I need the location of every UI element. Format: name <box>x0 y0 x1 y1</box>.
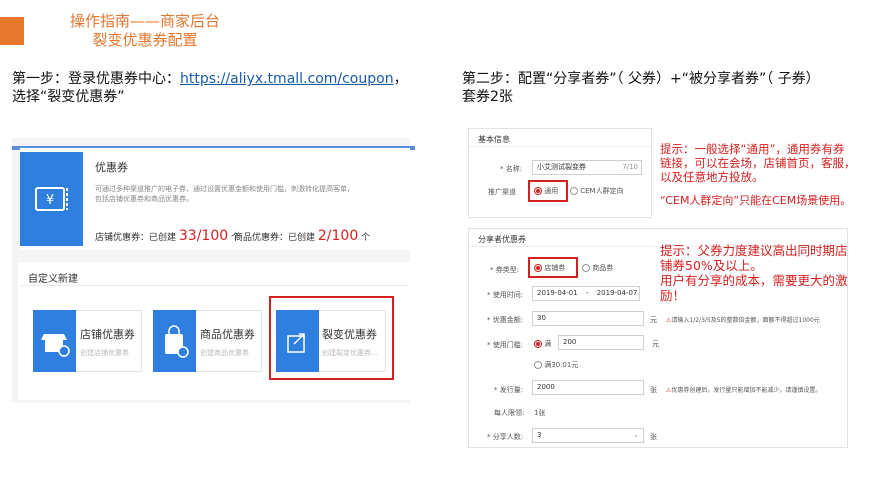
threshold-alt-label: 满30.01元 <box>544 361 579 369</box>
chevron-down-icon: ⌄ <box>633 431 639 439</box>
coupon-center-link[interactable]: https://aliyx.tmall.com/coupon <box>180 71 394 87</box>
item-created-label: 商品优惠券：已创建 <box>234 233 316 243</box>
tip-channel: 提示：一般选择“通用”，通用券有券 链接，可以在会场，店铺首页，客服， 以及任意… <box>660 142 885 208</box>
coupon-title: 优惠券 <box>95 161 128 174</box>
tip2-line2: 铺券50%及以上。 <box>660 258 763 273</box>
amount-unit: 元 <box>650 316 657 324</box>
threshold-input[interactable]: 200 <box>558 335 644 350</box>
coupon-big-icon: ¥ <box>20 152 83 246</box>
svg-text:¥: ¥ <box>46 193 54 208</box>
tip1-line1: 提示：一般选择“通用”，通用券有券 <box>660 142 845 156</box>
page-title: 操作指南——商家后台 裂变优惠券配置 <box>40 12 250 50</box>
name-input[interactable]: 小艾测试裂变券 7/10 <box>532 160 642 175</box>
custom-create-title: 自定义新建 <box>28 274 78 285</box>
time-end: 2019-04-07 <box>596 289 638 297</box>
shop-coupon-tile-title: 店铺优惠券 <box>80 328 135 341</box>
name-value: 小艾测试裂变券 <box>537 163 586 171</box>
threshold-unit: 元 <box>652 340 659 348</box>
limit-label: 每人限领: <box>494 409 525 417</box>
issue-unit: 张 <box>650 386 657 394</box>
time-start: 2019-04-01 <box>537 289 578 297</box>
type-shop-label: 店铺券 <box>544 264 566 272</box>
coupon-description: 可通过多种渠道推广的电子券，通过设置优惠金额和使用门槛，刺激转化提高客单，包括店… <box>95 185 354 203</box>
issue-note: ⚠优惠券创建后，发行量只能增加不能减少，请谨慎设置。 <box>666 385 821 394</box>
fission-coupon-tile-desc: 创建裂变优惠券... <box>322 349 378 357</box>
item-coupon-created: 商品优惠券：已创建 2/100 个 <box>234 228 370 244</box>
ticket-yen-icon: ¥ <box>35 187 68 211</box>
share-unit: 张 <box>650 433 657 441</box>
step1-prefix: 第一步：登录优惠券中心： <box>12 71 180 87</box>
shop-coupon-tile-desc: 创建店铺优惠券 <box>80 349 129 357</box>
issue-label: * 发行量: <box>494 386 524 394</box>
shop-created-label: 店铺优惠券：已创建 <box>95 233 177 243</box>
time-range-input[interactable]: 2019-04-01 - 2019-04-07 <box>532 286 640 301</box>
time-separator: - <box>585 289 589 297</box>
tip2-line4: 励！ <box>660 288 686 303</box>
tip2-line3: 用户有分享的成本，需要更大的激 <box>660 273 848 288</box>
name-char-count: 7/10 <box>622 163 638 171</box>
tip1-line4: “CEM人群定向”只能在CEM场景使用。 <box>660 194 852 207</box>
step1-text: 第一步：登录优惠券中心：https://aliyx.tmall.com/coup… <box>12 70 442 106</box>
step1-line2: 选择“裂变优惠券” <box>12 89 125 105</box>
tip-discount: 提示：父券力度建议高出同时期店 铺券50%及以上。 用户有分享的成本，需要更大的… <box>660 243 875 303</box>
channel-cem-label: CEM人群定向 <box>580 187 624 195</box>
shop-coupon-created: 店铺优惠券：已创建 33/100 个 <box>95 228 240 244</box>
item-created-unit: 个 <box>361 233 371 243</box>
store-icon <box>41 334 70 357</box>
shopping-bag-icon <box>165 325 189 358</box>
threshold-label: * 使用门槛: <box>487 341 524 349</box>
type-shop-radio[interactable]: 店铺券 <box>534 263 565 273</box>
divider <box>20 285 408 286</box>
time-label: * 使用时间: <box>487 291 524 299</box>
type-item-label: 商品券 <box>592 264 614 272</box>
item-icon <box>153 310 196 372</box>
tip1-line3: 以及任意地方投放。 <box>660 170 764 184</box>
share-label: * 分享人数: <box>487 433 524 441</box>
channel-cem-radio[interactable]: CEM人群定向 <box>570 186 624 196</box>
sharer-coupon-title: 分享者优惠券 <box>478 235 526 244</box>
threshold-full-label: 满 <box>544 340 552 348</box>
type-label: * 券类型: <box>490 266 520 274</box>
amount-note-text: 请输入1/2/3/5及5的整数倍金额，面额不得超过1000元 <box>671 317 820 324</box>
name-label: * 名称: <box>500 165 523 173</box>
amount-input[interactable]: 30 <box>532 311 644 326</box>
tip1-line2: 链接，可以在会场，店铺首页，客服， <box>660 156 856 170</box>
title-line1: 操作指南——商家后台 <box>69 12 220 30</box>
title-line2: 裂变优惠券配置 <box>92 31 198 49</box>
channel-label: 推广渠道 <box>488 188 516 196</box>
issue-input[interactable]: 2000 <box>532 380 644 395</box>
amount-note: ⚠请输入1/2/3/5及5的整数倍金额，面额不得超过1000元 <box>666 315 820 324</box>
channel-general-label: 通用 <box>544 187 559 195</box>
limit-value: 1张 <box>534 409 546 417</box>
step2-line2: 套券2张 <box>462 89 513 105</box>
title-accent-block <box>0 17 24 45</box>
step2-text: 第二步：配置“分享者券”（ 父券）+“被分享者券”（ 子券） 套券2张 <box>462 70 882 106</box>
fission-coupon-tile-title: 裂变优惠券 <box>322 328 377 341</box>
channel-general-radio[interactable]: 通用 <box>534 186 558 196</box>
share-value: 3 <box>537 431 542 439</box>
item-created-count: 2/100 <box>317 228 359 244</box>
type-item-radio[interactable]: 商品券 <box>582 263 613 273</box>
threshold-alt-radio[interactable]: 满30.01元 <box>534 360 578 370</box>
step1-suffix: ， <box>393 71 408 87</box>
fission-icon <box>276 310 319 372</box>
shop-icon <box>33 310 76 372</box>
threshold-full-radio[interactable]: 满 <box>534 339 551 349</box>
item-coupon-tile-desc: 创建商品优惠券 <box>200 349 249 357</box>
share-select[interactable]: 3 ⌄ <box>532 428 644 443</box>
share-icon <box>287 333 305 353</box>
issue-note-text: 优惠券创建后，发行量只能增加不能减少，请谨慎设置。 <box>671 387 822 394</box>
tip2-line1: 提示：父券力度建议高出同时期店 <box>660 243 848 258</box>
basic-info-title: 基本信息 <box>478 135 510 144</box>
divider <box>469 146 651 147</box>
shop-created-count: 33/100 <box>178 228 229 244</box>
amount-label: * 优惠金额: <box>487 316 524 324</box>
step2-line1: 第二步：配置“分享者券”（ 父券）+“被分享者券”（ 子券） <box>462 71 820 87</box>
item-coupon-tile-title: 商品优惠券 <box>200 328 255 341</box>
